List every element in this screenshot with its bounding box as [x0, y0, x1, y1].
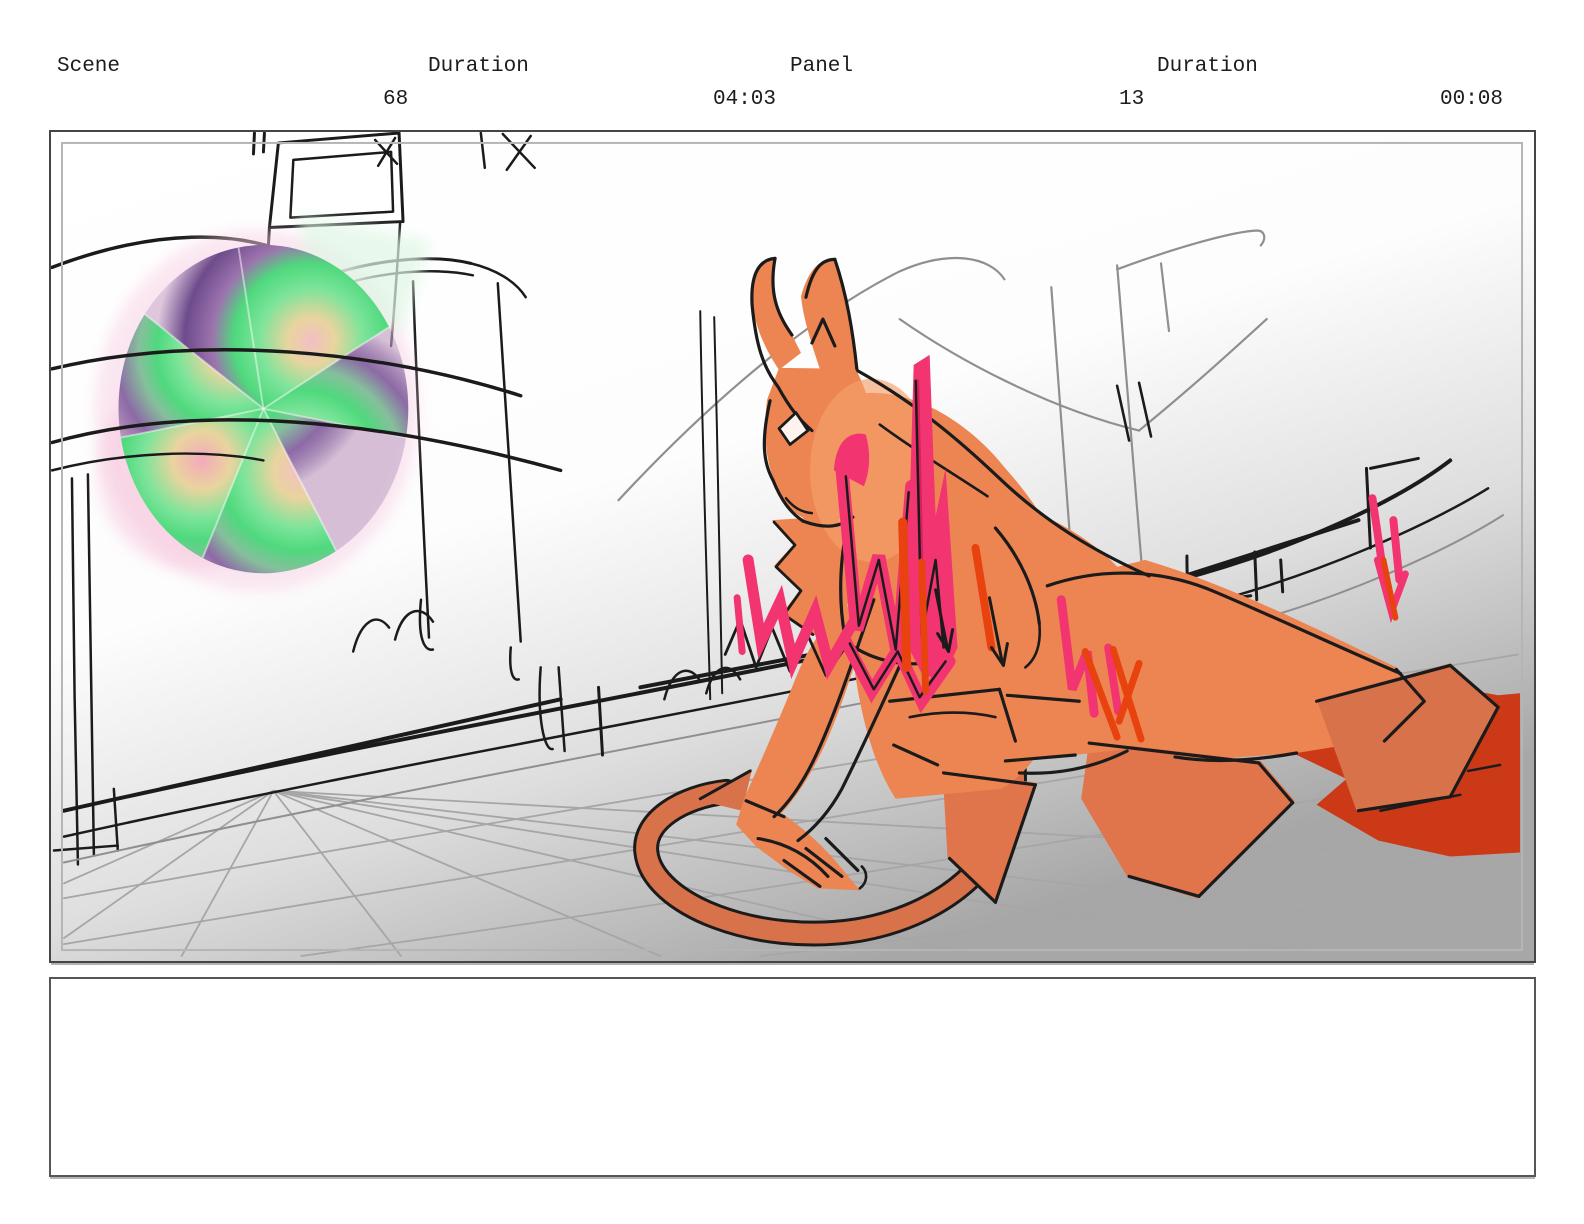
- duration-value-1: 04:03: [713, 89, 776, 111]
- scene-label: Scene: [57, 56, 120, 78]
- notes-box[interactable]: [49, 977, 1536, 1177]
- duration-value-2: 00:08: [1440, 89, 1503, 111]
- duration-label-2: Duration: [1157, 56, 1258, 78]
- panel-label: Panel: [790, 56, 853, 78]
- storyboard-image-panel: [49, 130, 1536, 963]
- storyboard-sketch: [51, 132, 1534, 961]
- duration-label-1: Duration: [428, 56, 529, 78]
- scene-value: 68: [383, 89, 408, 111]
- panel-value: 13: [1119, 89, 1144, 111]
